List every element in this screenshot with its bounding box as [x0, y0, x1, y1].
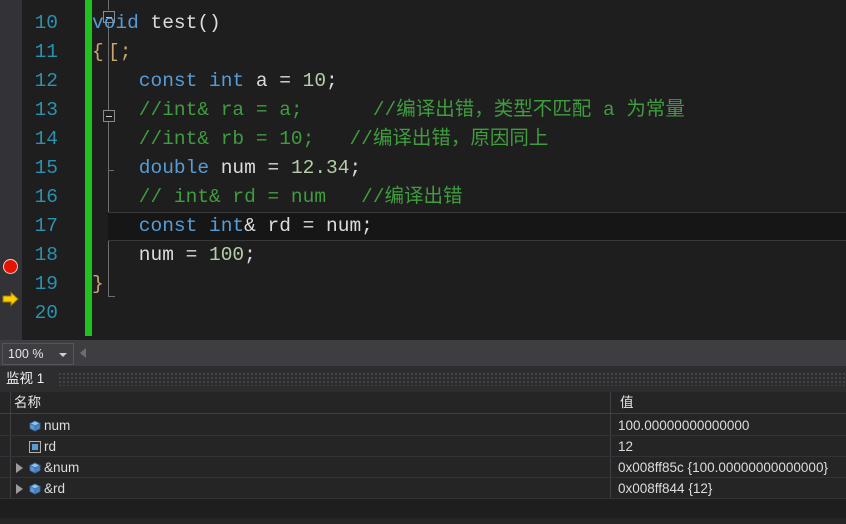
code-line-text: void test() [92, 9, 221, 38]
code-line[interactable]: 10 void test() [0, 9, 846, 38]
expander-placeholder [16, 442, 23, 452]
code-line[interactable]: 13 //int& ra = a; //编译出错，类型不匹配 a 为常量 [0, 96, 846, 125]
code-token-id: a [244, 70, 280, 92]
expander-triangle-icon[interactable] [16, 484, 23, 494]
code-line[interactable]: 12 const int a = 10; [0, 67, 846, 96]
column-header-value[interactable]: 值 [612, 392, 634, 414]
watch-expression-value[interactable]: 0x008ff85c {100.00000000000000} [618, 457, 828, 478]
code-token-cmt: //int& ra = a; //编译出错，类型不匹配 a 为常量 [92, 99, 685, 121]
code-line-text: // int& rd = num //编译出错 [92, 183, 463, 212]
code-line[interactable]: 18 num = 100; [0, 241, 846, 270]
reference-box-icon [28, 440, 42, 454]
code-line-text: const int a = 10; [92, 67, 338, 96]
watch-table-header: 名称 值 [0, 392, 846, 414]
code-token-punct: () [197, 12, 221, 34]
code-line-text: double num = 12.34; [92, 154, 361, 183]
code-token-punct: ; [361, 215, 373, 237]
watch-new-expression-input[interactable] [14, 500, 846, 520]
code-token-brace: { [92, 41, 104, 63]
line-number: 10 [34, 12, 58, 34]
watch-panel-bottom-strip [0, 518, 846, 524]
line-number: 11 [34, 41, 58, 63]
watch-expression-value[interactable]: 0x008ff844 {12} [618, 478, 712, 499]
line-number: 12 [34, 70, 58, 92]
code-token-num: 100 [209, 244, 245, 266]
code-line[interactable]: 17 const int& rd = num; [0, 212, 846, 241]
watch-panel-title: 监视 1 [6, 371, 45, 386]
code-token-id: num [92, 244, 186, 266]
code-token-punct: = [267, 157, 291, 179]
code-token-num: 12.34 [290, 157, 350, 179]
code-line[interactable]: 19} [0, 270, 846, 299]
watch-panel: 监视 1 名称 值 num 100.00000000000000 rd 12 &num 0… [0, 366, 846, 524]
code-token-id: num [326, 215, 362, 237]
code-token-punct: = [279, 70, 303, 92]
code-token-kw: double [92, 157, 210, 179]
line-number: 18 [34, 244, 58, 266]
watch-expression-name[interactable]: rd [44, 436, 56, 457]
code-token-punct: ; [349, 157, 362, 179]
watch-table[interactable]: 名称 值 num 100.00000000000000 rd 12 &num 0x008f… [0, 392, 846, 524]
code-token-kw: const int [92, 215, 245, 237]
chevron-down-icon[interactable] [59, 353, 67, 357]
code-token-brace: } [92, 273, 104, 295]
horizontal-scrollbar[interactable] [92, 342, 846, 366]
line-number: 17 [34, 215, 58, 237]
code-line[interactable]: 14 //int& rb = 10; //编译出错，原因同上 [0, 125, 846, 154]
code-line[interactable]: 11 { [0, 38, 846, 67]
watch-expression-value[interactable]: 12 [618, 436, 633, 457]
code-line[interactable]: 16 // int& rd = num //编译出错 [0, 183, 846, 212]
line-number: 19 [34, 273, 58, 295]
code-line-text: num = 100; [92, 241, 256, 270]
variable-cube-icon [28, 419, 42, 433]
code-line-text: { [92, 38, 104, 67]
line-number: 13 [34, 99, 58, 121]
code-token-punct: & [244, 215, 256, 237]
expander-triangle-icon[interactable] [16, 463, 23, 473]
line-number: 15 [34, 157, 58, 179]
column-header-name[interactable]: 名称 [6, 392, 41, 414]
code-token-punct: ; [244, 244, 256, 266]
code-token-id: rd [255, 215, 303, 237]
code-line-text: } [92, 270, 104, 299]
code-token-punct: = [302, 215, 327, 237]
editor-status-bar: 100 % [0, 340, 846, 366]
watch-expression-name[interactable]: &num [44, 457, 79, 478]
variable-cube-icon [28, 461, 42, 475]
code-token-punct: = [185, 244, 210, 266]
code-token-kw: void [92, 12, 139, 34]
watch-row[interactable]: &num 0x008ff85c {100.00000000000000} [0, 457, 846, 478]
watch-expression-name[interactable]: num [44, 415, 70, 436]
code-token-cmt: // int& rd = num //编译出错 [92, 186, 463, 208]
watch-expression-value[interactable]: 100.00000000000000 [618, 415, 749, 436]
code-token-num: 10 [302, 70, 327, 92]
visual-studio-debug-window: [; 10 void test() 11{12 const int a = 10; 1… [0, 0, 846, 524]
expander-placeholder [16, 421, 23, 431]
code-token-kw: const int [92, 70, 245, 92]
code-line-text: const int& rd = num; [92, 212, 373, 241]
line-number: 14 [34, 128, 58, 150]
zoom-level-combobox[interactable]: 100 % [2, 343, 74, 365]
watch-row[interactable]: rd 12 [0, 436, 846, 457]
code-token-cmt: //int& rb = 10; //编译出错，原因同上 [92, 128, 549, 150]
code-line-text: //int& rb = 10; //编译出错，原因同上 [92, 125, 549, 154]
variable-cube-icon [28, 482, 42, 496]
watch-panel-title-bar[interactable]: 监视 1 [0, 366, 846, 392]
watch-expression-name[interactable]: &rd [44, 478, 65, 499]
code-line[interactable]: 15 double num = 12.34; [0, 154, 846, 183]
drag-grip-dots[interactable] [58, 372, 846, 386]
code-token-id: test [138, 12, 198, 34]
code-token-id: num [209, 157, 268, 179]
watch-row[interactable]: &rd 0x008ff844 {12} [0, 478, 846, 499]
code-line[interactable]: 20 [0, 299, 846, 328]
line-number: 16 [34, 186, 58, 208]
code-token-punct: ; [326, 70, 338, 92]
line-number: 20 [34, 302, 58, 324]
code-editor[interactable]: [; 10 void test() 11{12 const int a = 10; 1… [0, 0, 846, 340]
code-line-partial: [; [0, 0, 846, 63]
code-line-text: //int& ra = a; //编译出错，类型不匹配 a 为常量 [92, 96, 685, 125]
watch-row[interactable]: num 100.00000000000000 [0, 415, 846, 436]
zoom-level-value: 100 % [8, 347, 44, 361]
scroll-left-arrow-icon[interactable] [80, 348, 86, 358]
